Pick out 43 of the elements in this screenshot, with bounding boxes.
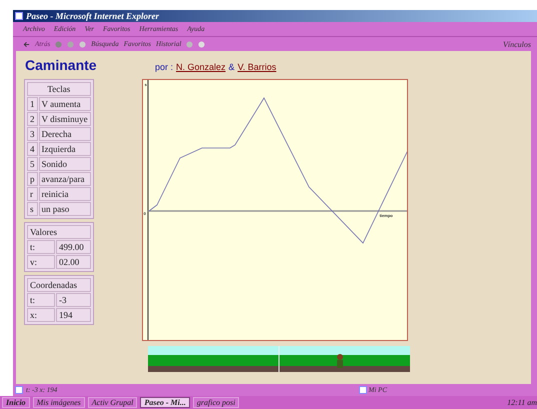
table-cell: x:: [27, 308, 55, 322]
table-cell: 3: [27, 127, 38, 141]
table-cell: r: [27, 187, 38, 201]
table-cell: -3: [56, 293, 91, 307]
window-title: Paseo - Microsoft Internet Explorer: [26, 11, 160, 21]
table-cell: 1: [27, 97, 38, 111]
table-cell: Izquierda: [38, 142, 91, 156]
table-cell: p: [27, 172, 38, 186]
table-cell: Derecha: [38, 127, 91, 141]
author-link[interactable]: V. Barrios: [238, 62, 276, 72]
taskbar-button[interactable]: Paseo - Mi...: [140, 397, 190, 408]
byline-label: por :: [155, 62, 174, 72]
table-cell: 499.00: [56, 240, 91, 254]
table-cell: 5: [27, 157, 38, 171]
taskbar-button[interactable]: grafico posi: [192, 397, 240, 408]
table-cell: t:: [27, 240, 55, 254]
table-cell: un paso: [38, 202, 91, 216]
clock-text: 12:11 am: [507, 398, 537, 407]
table-cell: avanza/para: [38, 172, 91, 186]
taskbar-button[interactable]: Activ Grupal: [88, 397, 138, 408]
table-cell: 2: [27, 112, 38, 126]
links-button[interactable]: Vínculos: [503, 40, 531, 48]
table-cell: 4: [27, 142, 38, 156]
page-icon: [15, 12, 23, 20]
table-cell: reinicia: [38, 187, 91, 201]
table-header: Teclas: [27, 82, 91, 96]
table-cell: Sonido: [38, 157, 91, 171]
table-cell: s: [27, 202, 38, 216]
table-cell: v:: [27, 255, 55, 269]
table-header: Valores: [27, 225, 91, 239]
page-icon: [15, 386, 23, 394]
author-link[interactable]: N. Gonzalez: [176, 62, 226, 72]
page-title: Caminante: [25, 57, 98, 73]
back-arrow-icon[interactable]: [23, 40, 30, 48]
separator-text: &: [228, 62, 235, 72]
table-cell: V disminuye: [38, 112, 91, 126]
start-button[interactable]: Inicio: [2, 397, 30, 408]
taskbar-button[interactable]: Mis imágenes: [32, 397, 85, 408]
table-cell: t:: [27, 293, 55, 307]
table-cell: 194: [56, 308, 91, 322]
table-cell: V aumenta: [38, 97, 91, 111]
table-cell: 02.00: [56, 255, 91, 269]
table-header: Coordenadas: [27, 278, 91, 292]
